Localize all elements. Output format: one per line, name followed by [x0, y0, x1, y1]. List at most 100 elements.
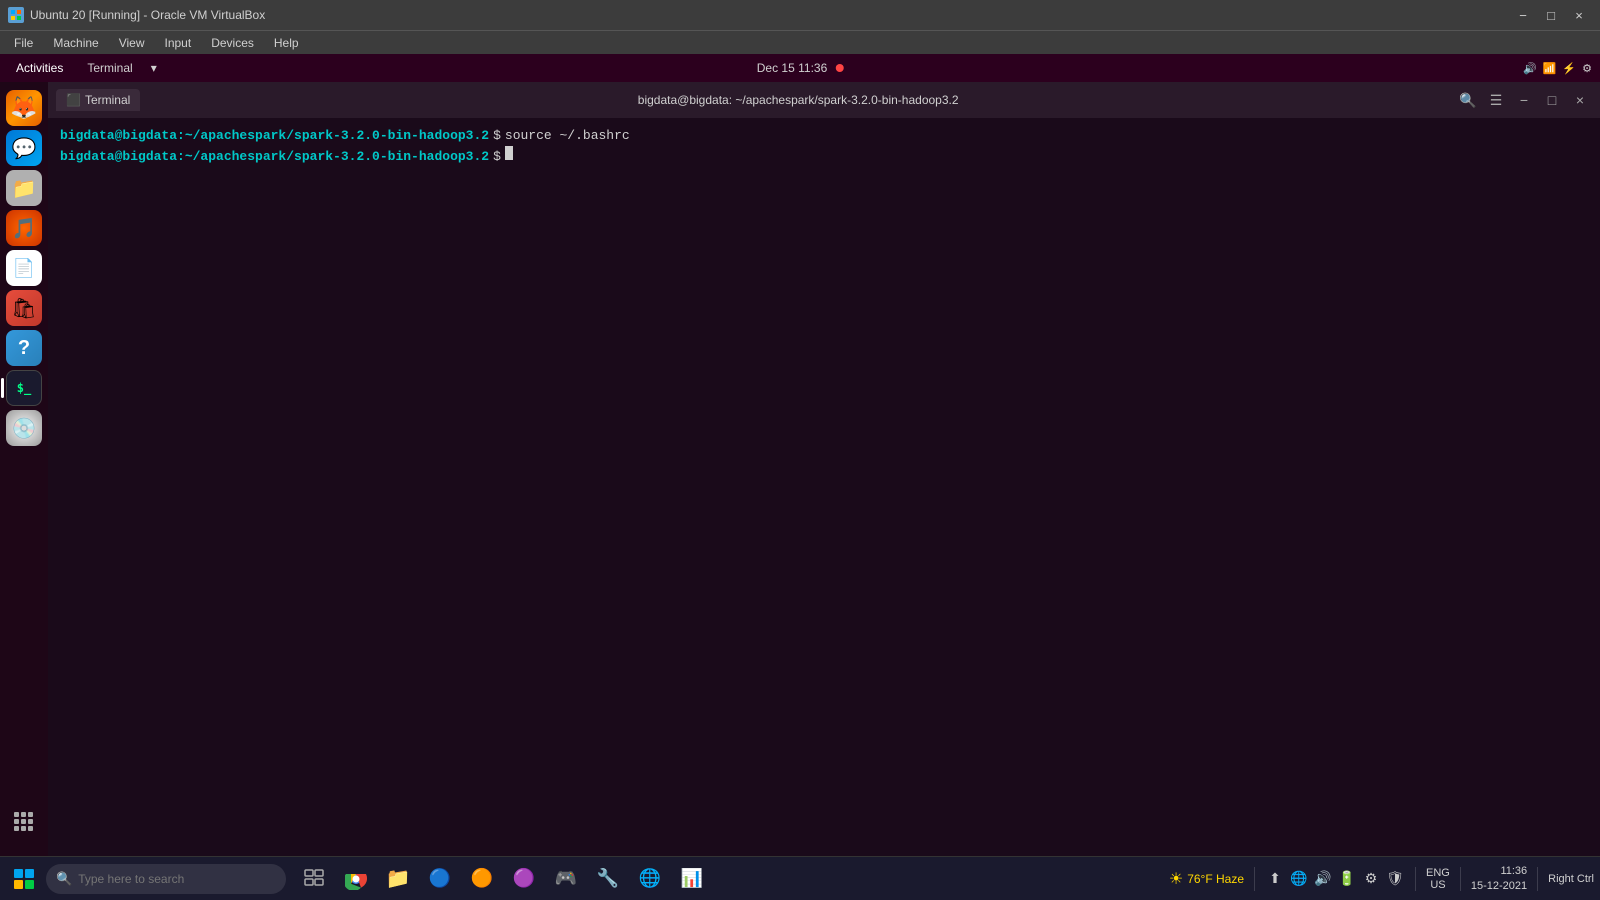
- dock-cd[interactable]: 💿: [6, 410, 42, 446]
- tray-icon-6[interactable]: 🛡: [1385, 869, 1405, 889]
- windows-logo-icon: [14, 869, 34, 889]
- terminal-maximize-button[interactable]: □: [1540, 90, 1564, 110]
- clock-time: 11:36: [1500, 864, 1527, 878]
- terminal-tab-icon: ⬛: [66, 93, 81, 107]
- prompt-path-1: bigdata@bigdata:~/apachespark/spark-3.2.…: [60, 126, 489, 146]
- vm-content: Activities Terminal ▾ Dec 15 11:36 🔊 📶 ⚡…: [0, 54, 1600, 856]
- prompt-dollar-1: $: [493, 126, 501, 146]
- taskbar-apps: 📁 🔵 🟠 🟣 🎮 🔧 🌐 📊: [294, 861, 712, 897]
- terminal-line-1: bigdata@bigdata:~/apachespark/spark-3.2.…: [60, 126, 1588, 146]
- vbox-title: Ubuntu 20 [Running] - Oracle VM VirtualB…: [30, 8, 1510, 22]
- divider-2: [1415, 867, 1416, 891]
- ubuntu-topbar: Activities Terminal ▾ Dec 15 11:36 🔊 📶 ⚡…: [0, 54, 1600, 82]
- dock-help[interactable]: ?: [6, 330, 42, 366]
- dock-appstore[interactable]: 🛍: [6, 290, 42, 326]
- menu-file[interactable]: File: [4, 34, 43, 52]
- tray-icon-1[interactable]: ⬆: [1265, 869, 1285, 889]
- weather-icon: ☀: [1169, 869, 1183, 889]
- dock-messages[interactable]: 💬: [6, 130, 42, 166]
- tray-icon-2[interactable]: 🌐: [1289, 869, 1309, 889]
- terminal-minimize-button[interactable]: −: [1512, 90, 1536, 110]
- menu-view[interactable]: View: [109, 34, 155, 52]
- taskbar-app-1[interactable]: 🔵: [420, 861, 460, 897]
- start-button[interactable]: [6, 861, 42, 897]
- maximize-button[interactable]: □: [1538, 4, 1564, 26]
- clock-date: 15-12-2021: [1471, 879, 1527, 893]
- taskbar-app-5[interactable]: 🔧: [588, 861, 628, 897]
- ubuntu-system-tray: 🔊 📶 ⚡ ⚙: [1523, 62, 1592, 75]
- taskbar-app-2[interactable]: 🟠: [462, 861, 502, 897]
- lang-text: ENG: [1426, 867, 1450, 879]
- menu-machine[interactable]: Machine: [43, 34, 108, 52]
- ubuntu-desktop: 🦊 💬 📁 🎵 📄: [0, 82, 1600, 856]
- terminal-tab-label: Terminal: [85, 93, 130, 107]
- terminal-menu-button[interactable]: ☰: [1484, 90, 1508, 110]
- search-input[interactable]: [78, 872, 276, 886]
- terminal-menu[interactable]: Terminal: [79, 59, 140, 77]
- vbox-window-controls: − □ ×: [1510, 4, 1592, 26]
- terminal-content[interactable]: bigdata@bigdata:~/apachespark/spark-3.2.…: [48, 118, 1600, 856]
- vbox-app-icon: [8, 7, 24, 23]
- terminal-window-controls: 🔍 ☰ − □ ×: [1456, 90, 1592, 110]
- vbox-titlebar: Ubuntu 20 [Running] - Oracle VM VirtualB…: [0, 0, 1600, 30]
- divider-4: [1537, 867, 1538, 891]
- tray-icon-4[interactable]: 🔋: [1337, 869, 1357, 889]
- tray-network-icon[interactable]: 🔊: [1523, 62, 1537, 75]
- search-icon: 🔍: [56, 871, 72, 887]
- taskbar-chrome[interactable]: [336, 861, 376, 897]
- divider-1: [1254, 867, 1255, 891]
- tray-sound-icon[interactable]: 📶: [1543, 62, 1557, 75]
- tray-icon-3[interactable]: 🔊: [1313, 869, 1333, 889]
- locale-text: US: [1426, 879, 1450, 891]
- menu-input[interactable]: Input: [155, 34, 202, 52]
- tray-power-icon[interactable]: ⚡: [1562, 62, 1576, 75]
- tray-icon-5[interactable]: ⚙: [1361, 869, 1381, 889]
- minimize-button[interactable]: −: [1510, 4, 1536, 26]
- menu-devices[interactable]: Devices: [201, 34, 264, 52]
- language-indicator[interactable]: ENG US: [1426, 867, 1450, 891]
- taskbar-explorer[interactable]: 📁: [378, 861, 418, 897]
- system-clock[interactable]: 11:36 15-12-2021: [1471, 864, 1527, 893]
- terminal-cursor: [505, 146, 513, 160]
- terminal-line-2: bigdata@bigdata:~/apachespark/spark-3.2.…: [60, 146, 1588, 167]
- terminal-title: bigdata@bigdata: ~/apachespark/spark-3.2…: [140, 93, 1456, 107]
- terminal-search-button[interactable]: 🔍: [1456, 90, 1480, 110]
- tray-settings-icon[interactable]: ⚙: [1582, 62, 1592, 75]
- system-tray: ⬆ 🌐 🔊 🔋 ⚙ 🛡: [1265, 869, 1405, 889]
- taskbar-app-6[interactable]: 🌐: [630, 861, 670, 897]
- taskbar-search[interactable]: 🔍: [46, 864, 286, 894]
- taskbar-taskview[interactable]: [294, 861, 334, 897]
- vbox-menubar: File Machine View Input Devices Help: [0, 30, 1600, 54]
- virtualbox-window: Ubuntu 20 [Running] - Oracle VM VirtualB…: [0, 0, 1600, 900]
- divider-3: [1460, 867, 1461, 891]
- weather-widget[interactable]: ☀ 76°F Haze: [1169, 869, 1244, 889]
- dock-firefox[interactable]: 🦊: [6, 90, 42, 126]
- menu-help[interactable]: Help: [264, 34, 309, 52]
- dock-files[interactable]: 📁: [6, 170, 42, 206]
- prompt-dollar-2: $: [493, 147, 501, 167]
- terminal-tab[interactable]: ⬛ Terminal: [56, 89, 140, 111]
- dock-terminal[interactable]: $_: [6, 370, 42, 406]
- datetime-text: Dec 15 11:36: [757, 61, 828, 75]
- dock-all-apps[interactable]: [6, 804, 42, 840]
- terminal-menu-arrow[interactable]: ▾: [143, 59, 165, 77]
- taskbar-right: ☀ 76°F Haze ⬆ 🌐 🔊 🔋 ⚙ 🛡 ENG US: [1169, 864, 1594, 893]
- prompt-path-2: bigdata@bigdata:~/apachespark/spark-3.2.…: [60, 147, 489, 167]
- ubuntu-clock: Dec 15 11:36: [757, 61, 844, 75]
- terminal-close-button[interactable]: ×: [1568, 90, 1592, 110]
- activities-button[interactable]: Activities: [8, 61, 71, 75]
- taskbar-app-7[interactable]: 📊: [672, 861, 712, 897]
- command-1: source ~/.bashrc: [505, 126, 630, 146]
- dock-writer[interactable]: 📄: [6, 250, 42, 286]
- ubuntu-dock: 🦊 💬 📁 🎵 📄: [0, 82, 48, 856]
- dock-music[interactable]: 🎵: [6, 210, 42, 246]
- notification-dot: [835, 64, 843, 72]
- taskbar-app-4[interactable]: 🎮: [546, 861, 586, 897]
- close-button[interactable]: ×: [1566, 4, 1592, 26]
- taskbar-app-3[interactable]: 🟣: [504, 861, 544, 897]
- notification-text[interactable]: Right Ctrl: [1548, 873, 1594, 885]
- windows-taskbar: 🔍: [0, 856, 1600, 900]
- weather-text: 76°F Haze: [1187, 872, 1244, 886]
- terminal-titlebar: ⬛ Terminal bigdata@bigdata: ~/apachespar…: [48, 82, 1600, 118]
- ubuntu-app-menu: Terminal ▾: [79, 59, 164, 77]
